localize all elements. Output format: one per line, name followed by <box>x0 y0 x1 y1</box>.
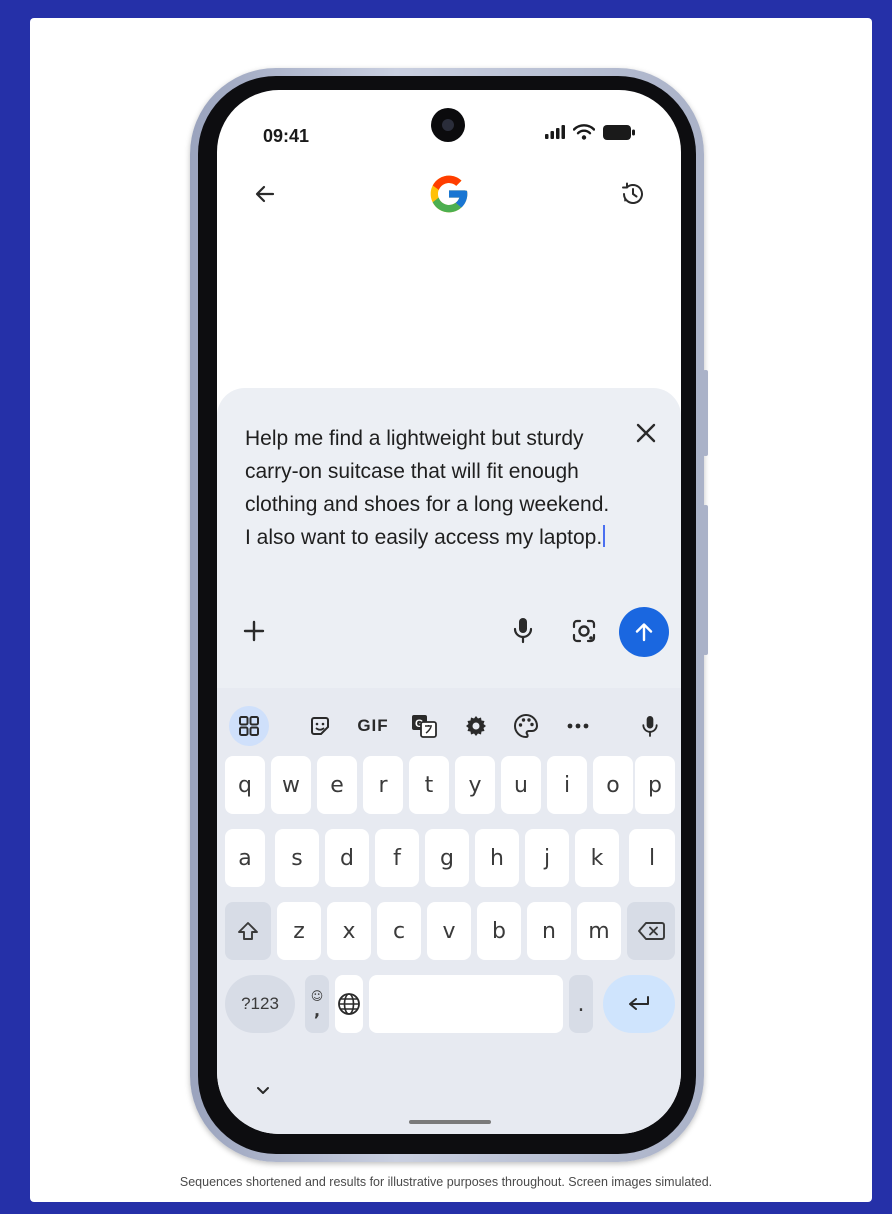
key-v[interactable]: v <box>427 902 471 960</box>
text-caret <box>603 525 606 547</box>
key-i[interactable]: i <box>547 756 587 814</box>
query-text: Help me find a lightweight but sturdy ca… <box>245 427 610 549</box>
enter-icon <box>629 996 649 1010</box>
more-button[interactable] <box>563 706 593 746</box>
chevron-down-icon[interactable] <box>253 1084 273 1098</box>
shift-icon <box>238 922 258 940</box>
key-z[interactable]: z <box>277 902 321 960</box>
wifi-icon <box>573 124 595 140</box>
key-row-2: a s d f g h j k l <box>217 829 681 887</box>
space-key[interactable] <box>369 975 563 1033</box>
settings-button[interactable] <box>461 706 491 746</box>
key-c[interactable]: c <box>377 902 421 960</box>
enter-key[interactable] <box>603 975 675 1033</box>
key-l[interactable]: l <box>629 829 675 887</box>
arrow-up-icon <box>635 623 653 642</box>
theme-button[interactable] <box>511 706 541 746</box>
emoji-comma-key[interactable]: ☺ , <box>305 975 329 1033</box>
apps-button[interactable] <box>229 706 269 746</box>
translate-button[interactable]: G <box>409 706 439 746</box>
gear-icon <box>466 716 486 736</box>
key-s[interactable]: s <box>275 829 319 887</box>
plus-icon[interactable] <box>243 620 265 642</box>
key-p[interactable]: p <box>635 756 675 814</box>
key-a[interactable]: a <box>225 829 265 887</box>
key-d[interactable]: d <box>325 829 369 887</box>
globe-icon <box>338 993 360 1015</box>
home-indicator[interactable] <box>409 1120 491 1124</box>
backspace-icon <box>638 922 665 940</box>
close-icon[interactable] <box>635 422 657 444</box>
key-x[interactable]: x <box>327 902 371 960</box>
key-row-4: ?123 ☺ , . <box>217 975 681 1033</box>
key-m[interactable]: m <box>577 902 621 960</box>
power-button <box>703 505 708 655</box>
sticker-button[interactable] <box>305 706 335 746</box>
backspace-key[interactable] <box>627 902 675 960</box>
lens-icon[interactable] <box>571 618 597 644</box>
key-row-1: q w e r t y u i o p <box>217 756 681 814</box>
query-input[interactable]: Help me find a lightweight but sturdy ca… <box>245 422 615 554</box>
gif-button[interactable]: GIF <box>353 706 393 746</box>
status-time: 09:41 <box>263 126 310 146</box>
comma-label: , <box>313 1001 321 1020</box>
gif-label: GIF <box>357 716 389 735</box>
keyboard: GIF G q w e r t y u i o p a s d f g h j … <box>217 688 681 1134</box>
key-t[interactable]: t <box>409 756 449 814</box>
key-u[interactable]: u <box>501 756 541 814</box>
history-icon[interactable] <box>619 180 647 208</box>
status-icons <box>545 124 635 140</box>
signal-icon <box>545 125 565 139</box>
phone-screen: 09:41 Help me find a lightweight but stu… <box>217 90 681 1134</box>
palette-icon <box>514 713 539 739</box>
key-j[interactable]: j <box>525 829 569 887</box>
shift-key[interactable] <box>225 902 271 960</box>
key-n[interactable]: n <box>527 902 571 960</box>
language-key[interactable] <box>335 975 363 1033</box>
voice-input-button[interactable] <box>635 706 665 746</box>
key-w[interactable]: w <box>271 756 311 814</box>
disclaimer-text: Sequences shortened and results for illu… <box>179 1175 713 1189</box>
key-k[interactable]: k <box>575 829 619 887</box>
key-h[interactable]: h <box>475 829 519 887</box>
key-b[interactable]: b <box>477 902 521 960</box>
symbols-key[interactable]: ?123 <box>225 975 295 1033</box>
key-g[interactable]: g <box>425 829 469 887</box>
battery-icon <box>603 124 635 140</box>
send-button[interactable] <box>619 607 669 657</box>
translate-icon: G <box>412 715 437 738</box>
apps-grid-icon <box>239 716 259 736</box>
key-r[interactable]: r <box>363 756 403 814</box>
key-row-3: z x c v b n m <box>217 902 681 960</box>
arrow-left-icon[interactable] <box>253 182 277 206</box>
volume-button <box>703 370 708 456</box>
front-camera <box>431 108 465 142</box>
more-horiz-icon <box>567 723 589 729</box>
key-e[interactable]: e <box>317 756 357 814</box>
mic-icon <box>642 716 658 737</box>
period-key[interactable]: . <box>569 975 593 1033</box>
keyboard-toolbar: GIF G <box>217 706 681 746</box>
key-o[interactable]: o <box>593 756 633 814</box>
key-y[interactable]: y <box>455 756 495 814</box>
mic-icon[interactable] <box>511 616 535 644</box>
key-q[interactable]: q <box>225 756 265 814</box>
query-card: Help me find a lightweight but sturdy ca… <box>217 388 681 688</box>
google-g-logo <box>430 175 468 213</box>
key-f[interactable]: f <box>375 829 419 887</box>
sticker-icon <box>311 717 329 735</box>
